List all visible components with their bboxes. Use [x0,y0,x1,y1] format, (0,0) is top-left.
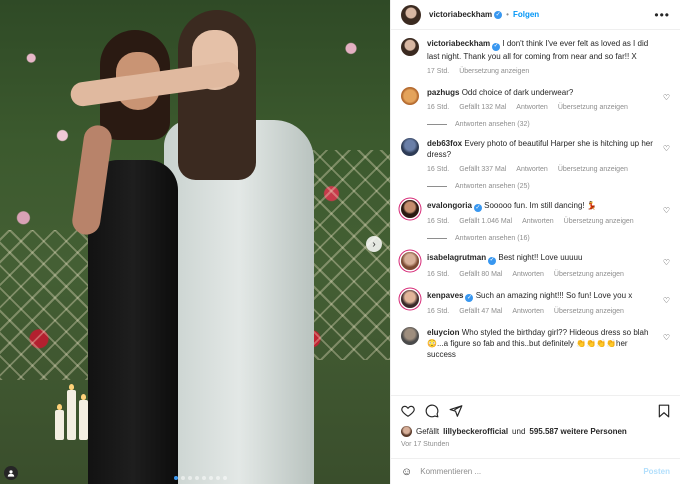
verified-icon: ✓ [488,256,497,265]
caption-time[interactable]: 17 Std. [427,66,449,77]
post-photo[interactable]: › [0,0,390,484]
heart-icon[interactable]: ♡ [663,333,670,342]
avatar[interactable] [401,4,421,25]
comment-time[interactable]: 16 Std. [427,102,449,113]
header-username[interactable]: victoriabeckham [429,10,492,19]
comment-likes[interactable]: Gefällt 132 Mal [459,102,506,113]
comments-list[interactable]: victoriabeckham ✓ I don't think I've ever… [391,30,680,395]
bookmark-icon[interactable] [658,404,670,418]
avatar[interactable] [401,327,419,345]
like-heart-icon[interactable] [401,404,415,418]
follow-button[interactable]: Folgen [513,10,539,19]
carousel-dot [216,476,220,480]
translate-link[interactable]: Übersetzung anzeigen [554,269,624,280]
post-actions: Gefällt lillybeckerofficial und 595.587 … [391,395,680,448]
comment-text: Best night!! Love uuuuu [498,253,583,262]
reply-button[interactable]: Antworten [516,102,548,113]
avatar[interactable] [401,199,419,218]
view-replies-button[interactable]: Antworten ansehen (32) [427,121,670,128]
carousel-dot [174,476,178,480]
caption-username[interactable]: victoriabeckham [427,39,490,48]
comment: pazhugs Odd choice of dark underwear? 16… [401,86,670,113]
likes-count[interactable]: 595.587 weitere Personen [529,427,626,436]
verified-icon: ✓ [465,294,474,302]
translate-link[interactable]: Übersetzung anzeigen [558,164,628,175]
comment-username[interactable]: isabelagrutman [427,253,486,262]
more-dots-icon[interactable]: ••• [654,8,670,22]
likes-middle: und [512,427,526,436]
comment: eluycion Who styled the birthday girl?? … [401,327,670,360]
comment-text: Sooooo fun. Im still dancing! 💃 [484,200,597,210]
carousel-dot [181,476,185,480]
comment-username[interactable]: deb63fox [427,139,462,148]
translate-link[interactable]: Übersetzung anzeigen [459,66,529,77]
carousel-dot [195,476,199,480]
likes-summary: Gefällt lillybeckerofficial und 595.587 … [401,426,670,437]
comment-time[interactable]: 16 Std. [427,306,449,317]
carousel-dot [209,476,213,480]
avatar[interactable] [401,137,419,156]
translate-link[interactable]: Übersetzung anzeigen [558,102,628,113]
share-paper-plane-icon[interactable] [449,404,463,418]
caption: victoriabeckham ✓ I don't think I've ever… [401,38,670,77]
comment-likes[interactable]: Gefällt 1.046 Mal [459,216,512,227]
comment-username[interactable]: kenpaves [427,291,463,300]
comment-time[interactable]: 16 Std. [427,164,449,175]
separator-dot: • [506,10,509,19]
comment-time[interactable]: 16 Std. [427,269,449,280]
comment-username[interactable]: eluycion [427,328,459,337]
carousel-dots [174,476,227,480]
verified-icon: ✓ [492,42,501,51]
person-dark-dress [70,30,198,484]
comment: evalongoria ✓ Sooooo fun. Im still dancin… [401,199,670,228]
comment-time[interactable]: 16 Std. [427,216,449,227]
carousel-dot [188,476,192,480]
emoji-icon[interactable]: ☺ [401,466,412,478]
comment: isabelagrutman ✓ Best night!! Love uuuuu … [401,252,670,280]
avatar[interactable] [401,289,419,308]
heart-icon[interactable]: ♡ [663,144,670,153]
avatar[interactable] [401,86,419,105]
next-photo-button[interactable]: › [366,236,382,252]
likes-user[interactable]: lillybeckerofficial [443,427,508,436]
comment-likes[interactable]: Gefällt 47 Mal [459,306,502,317]
carousel-dot [223,476,227,480]
avatar[interactable] [401,38,419,56]
add-comment-bar: ☺ Posten [391,458,680,484]
avatar [401,426,412,437]
comment-username[interactable]: pazhugs [427,88,459,97]
translate-link[interactable]: Übersetzung anzeigen [554,306,624,317]
comment-likes[interactable]: Gefällt 80 Mal [459,269,502,280]
comment-bubble-icon[interactable] [425,404,439,418]
heart-icon[interactable]: ♡ [663,296,670,305]
reply-button[interactable]: Antworten [512,306,544,317]
user-tags-icon[interactable] [4,466,18,480]
view-replies-button[interactable]: Antworten ansehen (16) [427,235,670,242]
reply-button[interactable]: Antworten [516,164,548,175]
verified-icon: ✓ [473,204,482,212]
comment-likes[interactable]: Gefällt 337 Mal [459,164,506,175]
comment-text: Odd choice of dark underwear? [461,87,574,97]
carousel-dot [202,476,206,480]
likes-prefix: Gefällt [416,427,440,436]
post-header: victoriabeckham ✓ • Folgen ••• [391,0,680,30]
heart-icon[interactable]: ♡ [663,206,670,215]
comment: kenpaves ✓ Such an amazing night!!! So fu… [401,289,670,318]
avatar[interactable] [401,252,419,270]
post-side-panel: victoriabeckham ✓ • Folgen ••• victoriab… [390,0,680,484]
heart-icon[interactable]: ♡ [663,258,670,267]
reply-button[interactable]: Antworten [512,269,544,280]
heart-icon[interactable]: ♡ [663,93,670,102]
verified-icon: ✓ [494,10,503,19]
comment-username[interactable]: evalongoria [427,201,472,210]
view-replies-button[interactable]: Antworten ansehen (25) [427,183,670,190]
comment-text: Such an amazing night!!! So fun! Love yo… [475,290,633,300]
post-timestamp[interactable]: Vor 17 Stunden [401,441,670,448]
comment: deb63fox Every photo of beautiful Harper… [401,137,670,175]
reply-button[interactable]: Antworten [522,216,554,227]
post-comment-button[interactable]: Posten [643,467,670,476]
translate-link[interactable]: Übersetzung anzeigen [564,216,634,227]
comment-input[interactable] [420,467,636,476]
comment-text: Who styled the birthday girl?? Hideous d… [427,328,649,359]
